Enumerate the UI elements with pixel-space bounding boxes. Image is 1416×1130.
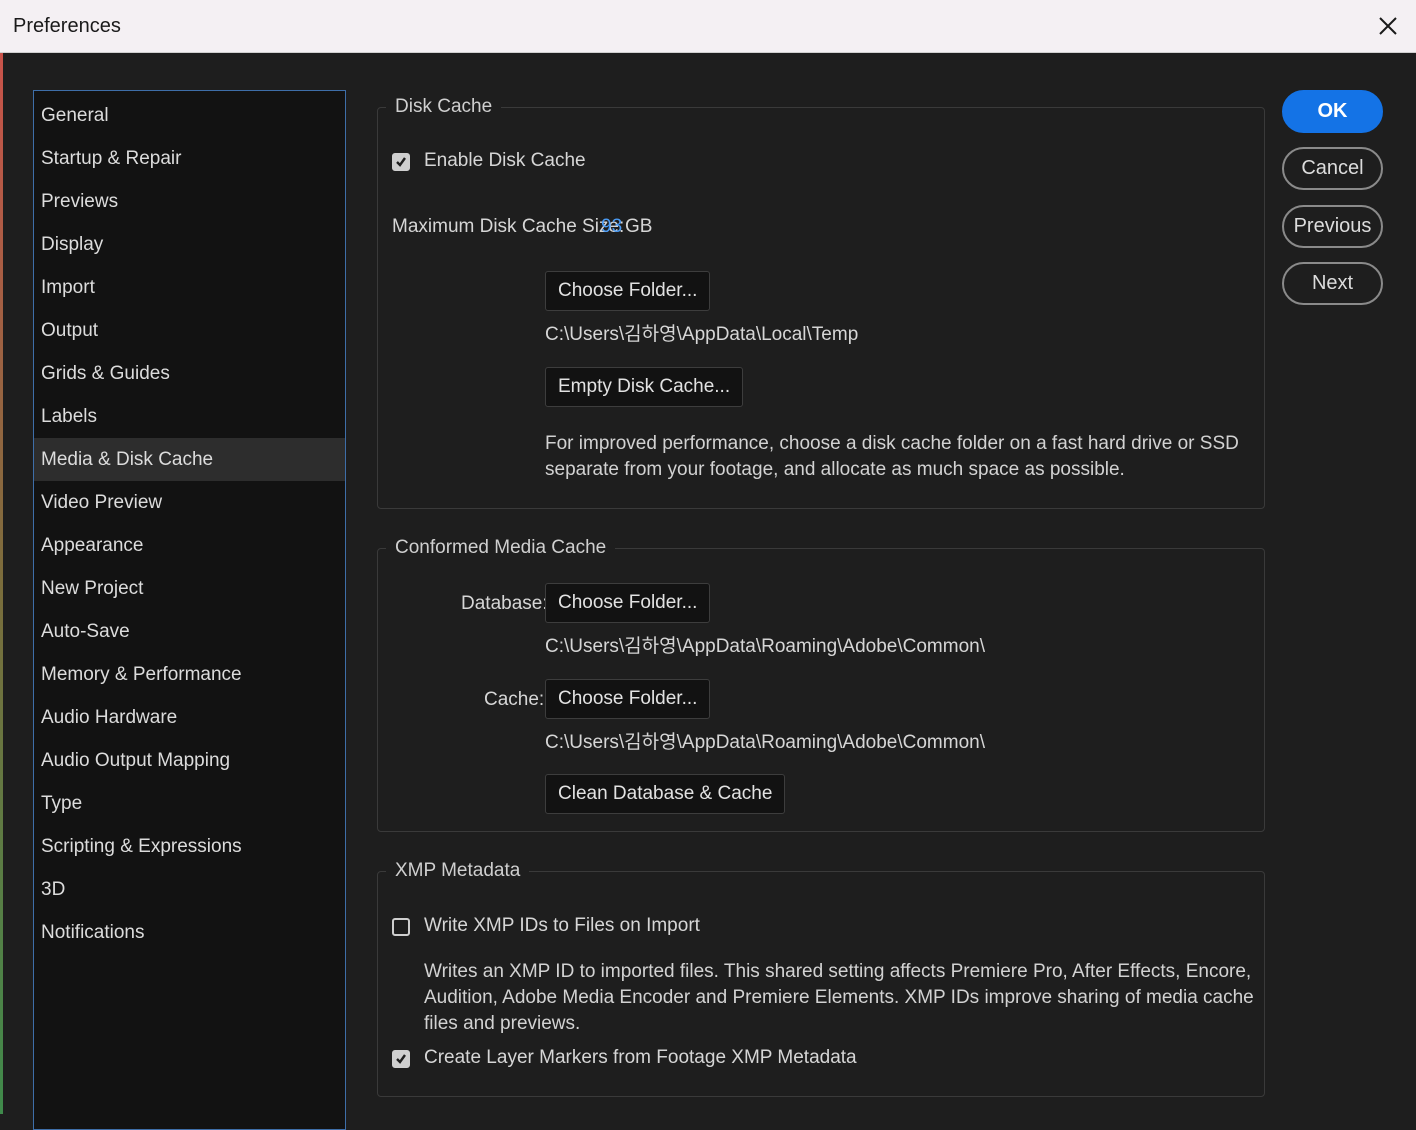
xmp-metadata-title: XMP Metadata bbox=[386, 856, 530, 886]
xmp-metadata-group: XMP Metadata Write XMP IDs to Files on I… bbox=[377, 856, 1265, 1097]
create-layer-markers-label[interactable]: Create Layer Markers from Footage XMP Me… bbox=[424, 1047, 857, 1069]
empty-disk-cache-button[interactable]: Empty Disk Cache... bbox=[545, 367, 744, 407]
choose-cache-folder-button[interactable]: Choose Folder... bbox=[545, 679, 711, 719]
max-cache-size-label: Maximum Disk Cache Size: bbox=[392, 216, 625, 237]
sidebar-item-new-project[interactable]: New Project bbox=[34, 567, 345, 610]
enable-disk-cache-checkbox[interactable] bbox=[392, 153, 410, 171]
sidebar-item-general[interactable]: General bbox=[34, 94, 345, 137]
max-cache-size-value[interactable]: 93 bbox=[601, 216, 622, 238]
checkmark-icon bbox=[396, 1054, 406, 1064]
conformed-media-cache-title: Conformed Media Cache bbox=[386, 533, 616, 563]
sidebar-item-appearance[interactable]: Appearance bbox=[34, 524, 345, 567]
sidebar-item-audio-output-mapping[interactable]: Audio Output Mapping bbox=[34, 739, 345, 782]
window-title: Preferences bbox=[13, 15, 121, 37]
cancel-button[interactable]: Cancel bbox=[1282, 147, 1383, 190]
database-label: Database: bbox=[461, 593, 548, 614]
choose-database-folder-button[interactable]: Choose Folder... bbox=[545, 583, 711, 623]
sidebar-item-import[interactable]: Import bbox=[34, 266, 345, 309]
create-layer-markers-checkbox[interactable] bbox=[392, 1050, 410, 1068]
conformed-media-cache-group: Conformed Media Cache Database: Choose F… bbox=[377, 533, 1265, 832]
sidebar-item-notifications[interactable]: Notifications bbox=[34, 911, 345, 954]
sidebar-item-startup-repair[interactable]: Startup & Repair bbox=[34, 137, 345, 180]
checkmark-icon bbox=[396, 157, 406, 167]
sidebar-item-grids-guides[interactable]: Grids & Guides bbox=[34, 352, 345, 395]
choose-disk-cache-folder-button[interactable]: Choose Folder... bbox=[545, 271, 711, 311]
sidebar-item-previews[interactable]: Previews bbox=[34, 180, 345, 223]
database-folder-path: C:\Users\김하영\AppData\Roaming\Adobe\Commo… bbox=[545, 636, 986, 657]
sidebar-item-auto-save[interactable]: Auto-Save bbox=[34, 610, 345, 653]
sidebar-item-media-disk-cache[interactable]: Media & Disk Cache bbox=[34, 438, 345, 481]
write-xmp-ids-checkbox[interactable] bbox=[392, 918, 410, 936]
disk-cache-group: Disk Cache Enable Disk Cache Maximum Dis… bbox=[377, 92, 1265, 509]
disk-cache-description: For improved performance, choose a disk … bbox=[545, 433, 1239, 480]
cache-label: Cache: bbox=[484, 689, 545, 710]
write-xmp-ids-label[interactable]: Write XMP IDs to Files on Import bbox=[424, 915, 700, 937]
title-bar: Preferences bbox=[0, 0, 1416, 53]
sidebar-item-labels[interactable]: Labels bbox=[34, 395, 345, 438]
sidebar-item-display[interactable]: Display bbox=[34, 223, 345, 266]
sidebar-item-audio-hardware[interactable]: Audio Hardware bbox=[34, 696, 345, 739]
max-cache-size-unit: GB bbox=[625, 216, 653, 237]
sidebar-item-3d[interactable]: 3D bbox=[34, 868, 345, 911]
previous-button[interactable]: Previous bbox=[1282, 205, 1383, 248]
sidebar-item-video-preview[interactable]: Video Preview bbox=[34, 481, 345, 524]
sidebar-item-scripting-expressions[interactable]: Scripting & Expressions bbox=[34, 825, 345, 868]
close-icon[interactable] bbox=[1374, 12, 1402, 40]
sidebar-item-type[interactable]: Type bbox=[34, 782, 345, 825]
sidebar-item-memory-performance[interactable]: Memory & Performance bbox=[34, 653, 345, 696]
write-xmp-ids-description: Writes an XMP ID to imported files. This… bbox=[424, 961, 1254, 1034]
window-edge-accent bbox=[0, 53, 3, 1114]
preferences-category-list: General Startup & Repair Previews Display Im… bbox=[33, 90, 346, 1130]
disk-cache-title: Disk Cache bbox=[386, 92, 502, 122]
disk-cache-folder-path: C:\Users\김하영\AppData\Local\Temp bbox=[545, 324, 859, 345]
sidebar-item-output[interactable]: Output bbox=[34, 309, 345, 352]
next-button[interactable]: Next bbox=[1282, 262, 1383, 305]
ok-button[interactable]: OK bbox=[1282, 90, 1383, 133]
clean-database-cache-button[interactable]: Clean Database & Cache bbox=[545, 774, 786, 814]
cache-folder-path: C:\Users\김하영\AppData\Roaming\Adobe\Commo… bbox=[545, 732, 986, 753]
enable-disk-cache-label[interactable]: Enable Disk Cache bbox=[424, 150, 586, 172]
